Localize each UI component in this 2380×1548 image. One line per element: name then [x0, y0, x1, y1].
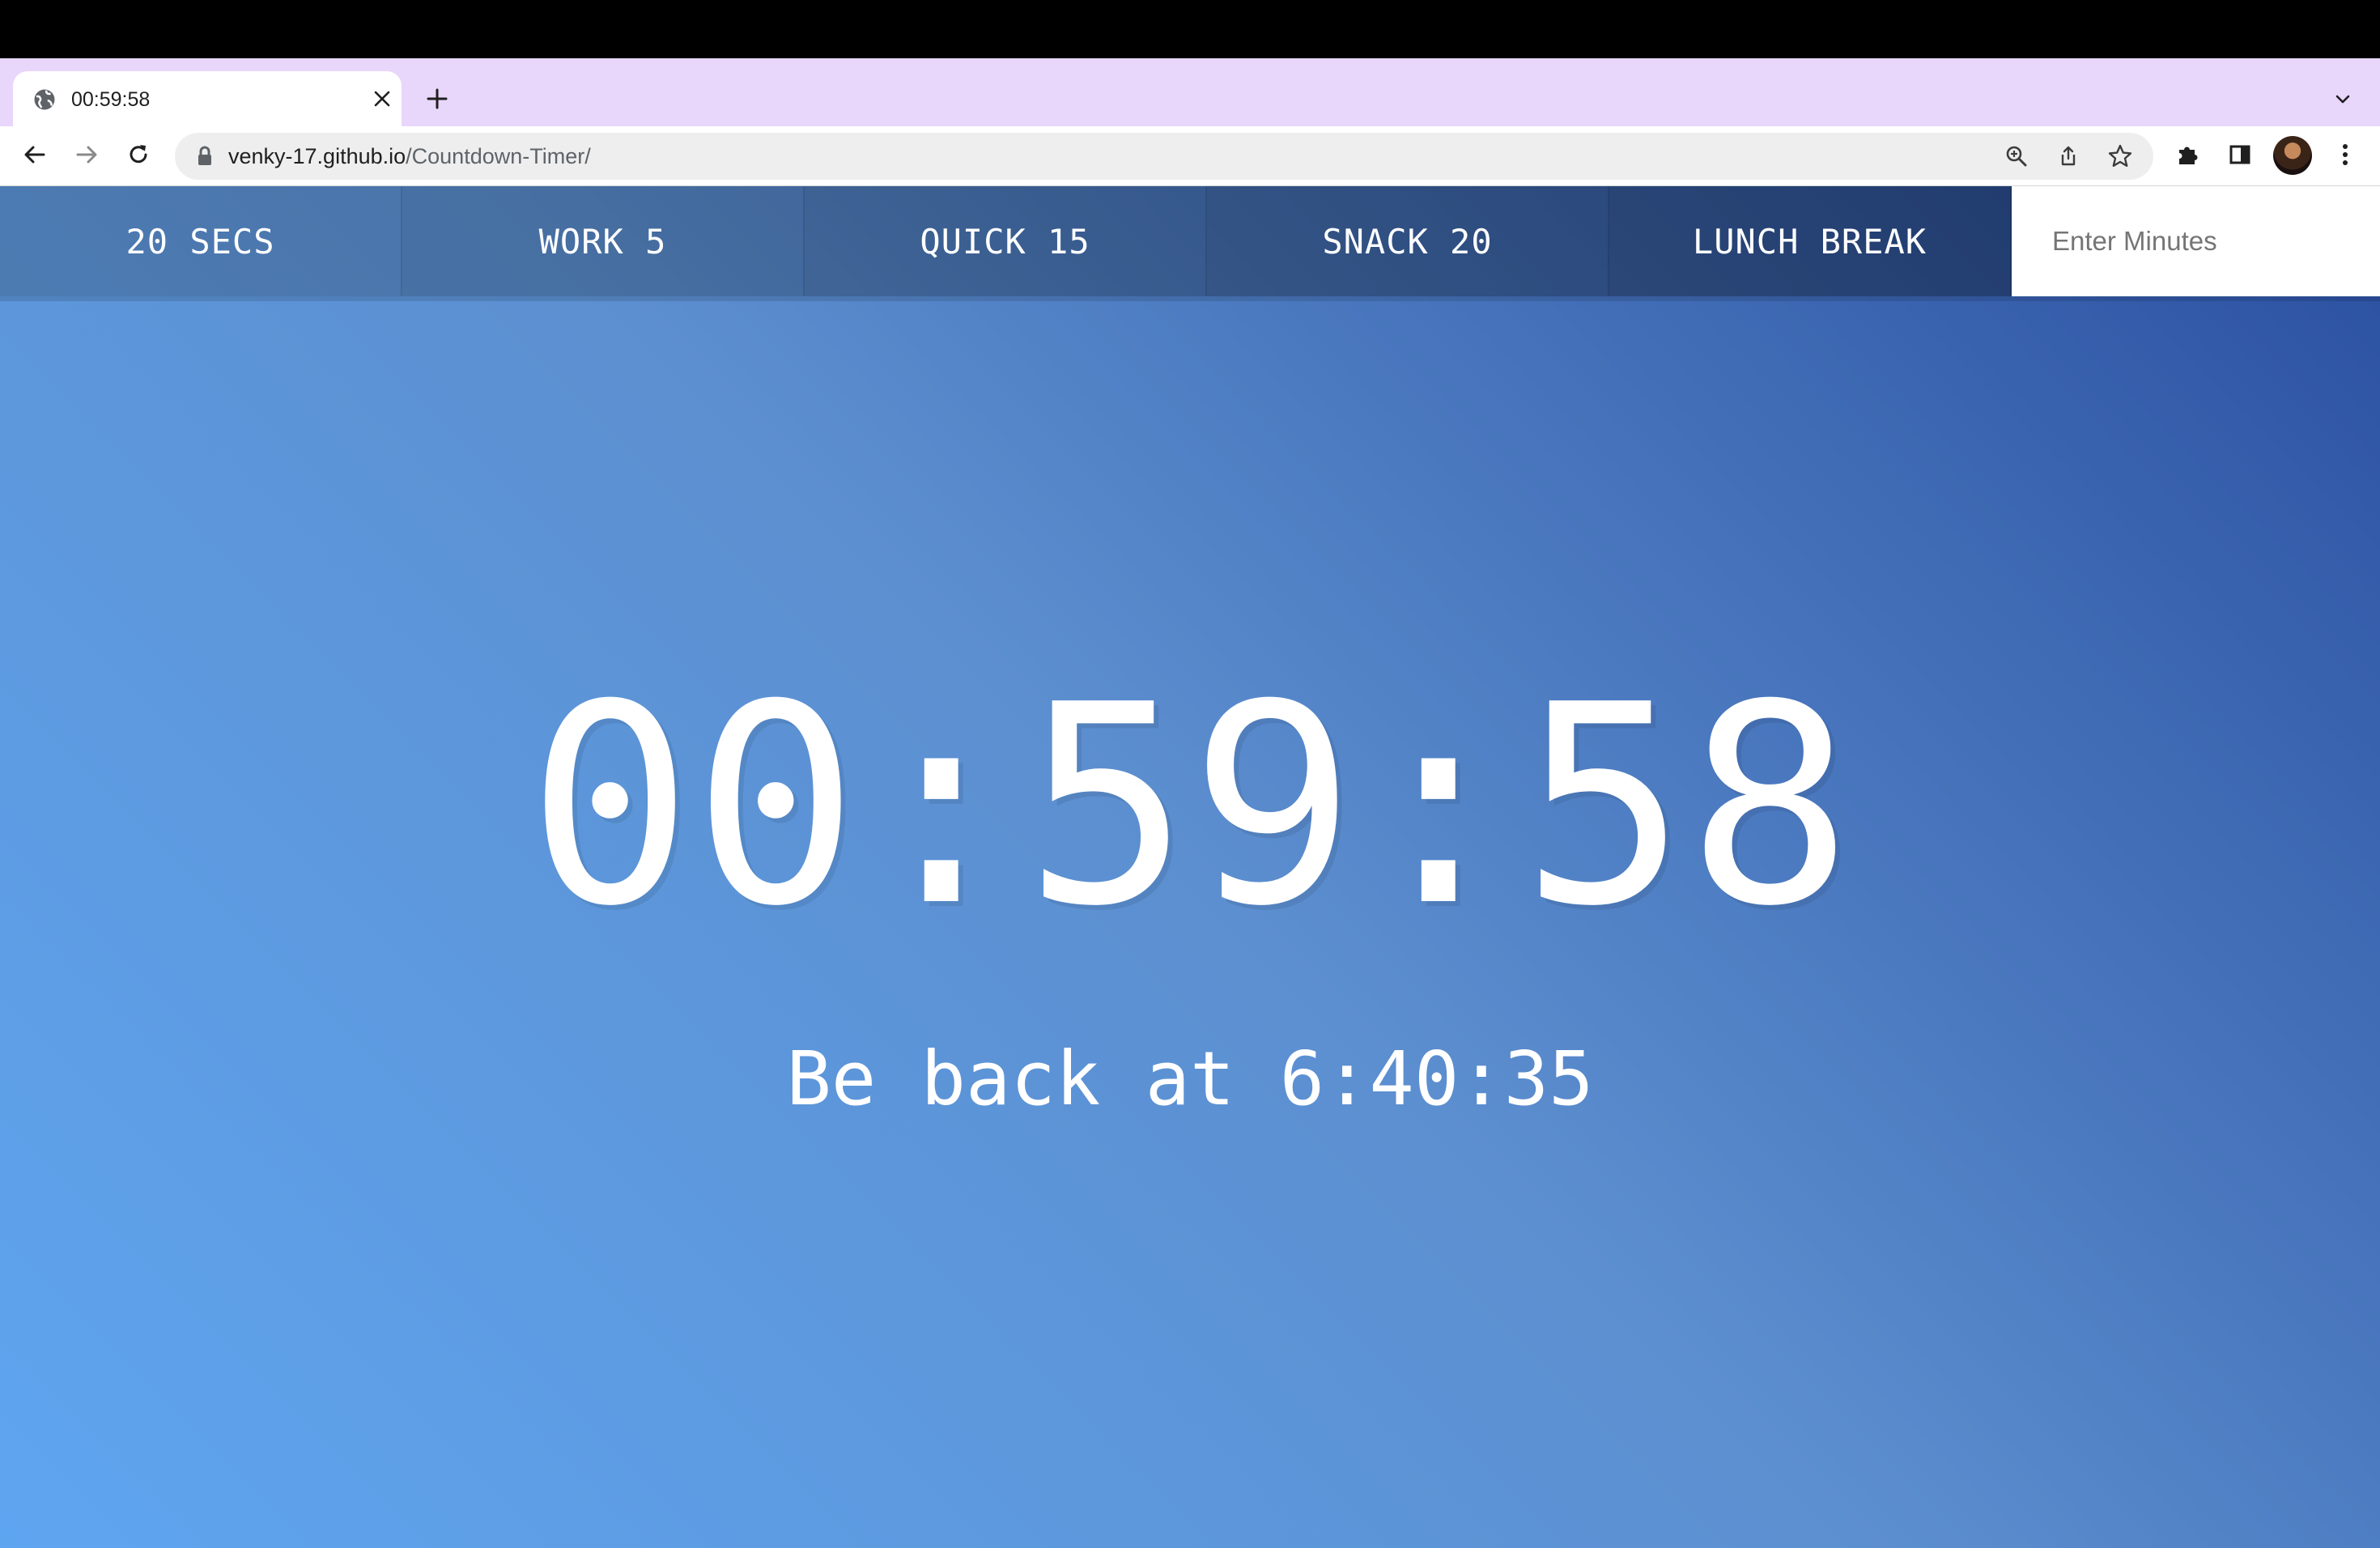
new-tab-button[interactable]: [418, 81, 457, 120]
reload-button[interactable]: [117, 134, 160, 178]
chevron-down-icon: [2333, 89, 2352, 113]
share-icon[interactable]: [2051, 139, 2085, 173]
arrow-right-icon: [74, 142, 100, 172]
screen: 00:59:58 venky-17.github.io/Countdown-Ti…: [0, 0, 2380, 1548]
preset-button-lunch-break[interactable]: LUNCH BREAK: [1609, 186, 2012, 296]
side-panel-icon: [2228, 142, 2252, 171]
countdown-page: 20 SECS WORK 5 QUICK 15 SNACK 20 LUNCH B…: [0, 186, 2380, 1548]
timer-controls: 20 SECS WORK 5 QUICK 15 SNACK 20 LUNCH B…: [0, 186, 2380, 301]
plus-icon: [426, 87, 448, 114]
preset-button-snack-20[interactable]: SNACK 20: [1207, 186, 1609, 296]
time-left-display: 00:59:58: [527, 646, 1853, 967]
custom-minutes-form: [2012, 186, 2380, 296]
browser-tabstrip: 00:59:58: [0, 58, 2380, 126]
tab-title: 00:59:58: [71, 88, 151, 111]
kebab-menu-icon: [2341, 142, 2349, 171]
profile-avatar[interactable]: [2273, 136, 2312, 175]
star-icon[interactable]: [2103, 139, 2137, 173]
end-time-display: Be back at 6:40:35: [786, 1036, 1594, 1122]
puzzle-icon: [2175, 142, 2201, 172]
os-top-bar: [0, 0, 2380, 58]
address-bar[interactable]: venky-17.github.io/Countdown-Timer/: [175, 133, 2153, 180]
minutes-input[interactable]: [2012, 186, 2380, 296]
lock-icon[interactable]: [193, 144, 217, 168]
preset-button-20-secs[interactable]: 20 SECS: [0, 186, 402, 296]
reload-icon: [125, 142, 151, 172]
arrow-left-icon: [22, 142, 48, 172]
side-panel-button[interactable]: [2218, 134, 2262, 178]
url-host: venky-17.github.io: [228, 144, 406, 168]
forward-button[interactable]: [65, 134, 108, 178]
url-text: venky-17.github.io/Countdown-Timer/: [228, 143, 591, 169]
browser-menu-button[interactable]: [2323, 134, 2367, 178]
close-icon[interactable]: [369, 86, 395, 112]
preset-button-work-5[interactable]: WORK 5: [402, 186, 805, 296]
preset-button-quick-15[interactable]: QUICK 15: [805, 186, 1207, 296]
globe-icon: [32, 87, 57, 112]
extensions-button[interactable]: [2166, 134, 2210, 178]
browser-toolbar: venky-17.github.io/Countdown-Timer/: [0, 126, 2380, 186]
tab-search-button[interactable]: [2323, 81, 2362, 120]
url-path: /Countdown-Timer/: [406, 144, 591, 168]
browser-tab-active[interactable]: 00:59:58: [13, 71, 402, 126]
zoom-icon[interactable]: [2000, 139, 2034, 173]
back-button[interactable]: [13, 134, 57, 178]
